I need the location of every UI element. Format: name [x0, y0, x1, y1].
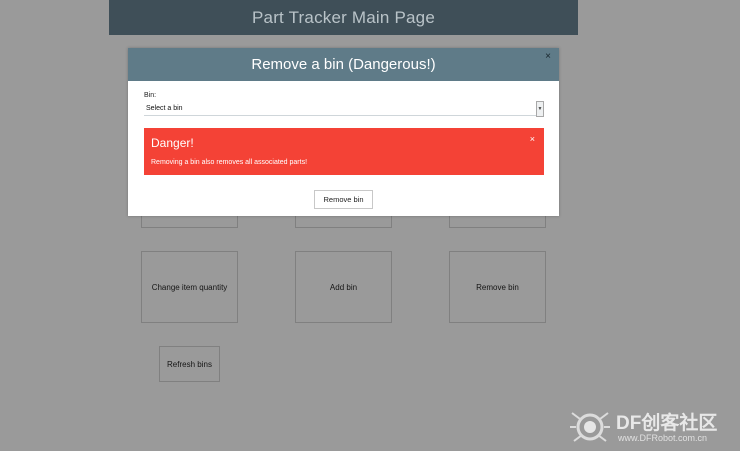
alert-title: Danger! — [151, 136, 194, 150]
danger-alert: Danger! Removing a bin also removes all … — [144, 128, 544, 175]
remove-bin-label: Remove bin — [476, 282, 519, 292]
alert-close-icon[interactable]: × — [530, 134, 535, 144]
refresh-bins-tile[interactable]: Refresh bins — [159, 346, 220, 382]
remove-bin-modal: Remove a bin (Dangerous!) × Bin: Select … — [128, 48, 559, 216]
page-header: Part Tracker Main Page — [109, 0, 578, 35]
watermark: DF创客社区 www.DFRobot.com.cn — [566, 403, 740, 451]
add-bin-tile[interactable]: Add bin — [295, 251, 392, 323]
watermark-brand: DF创客社区 — [616, 413, 718, 434]
close-icon[interactable]: × — [545, 51, 551, 62]
refresh-bins-label: Refresh bins — [167, 359, 212, 369]
chevron-down-icon[interactable]: ▼ — [536, 101, 544, 117]
alert-message: Removing a bin also removes all associat… — [151, 159, 308, 166]
add-bin-label: Add bin — [329, 282, 358, 292]
remove-bin-button[interactable]: Remove bin — [314, 190, 373, 209]
watermark-url: www.DFRobot.com.cn — [618, 433, 708, 443]
robot-logo-icon — [570, 412, 610, 442]
change-item-quantity-label: Change item quantity — [151, 282, 228, 292]
bin-field-label: Bin: — [144, 92, 157, 99]
modal-title: Remove a bin (Dangerous!) — [251, 56, 436, 73]
modal-header: Remove a bin (Dangerous!) — [128, 48, 559, 81]
bin-select-value: Select a bin — [146, 105, 183, 112]
change-item-quantity-tile[interactable]: Change item quantity — [141, 251, 238, 323]
remove-bin-tile[interactable]: Remove bin — [449, 251, 546, 323]
bin-select[interactable]: Select a bin ▼ — [144, 101, 544, 117]
page-title: Part Tracker Main Page — [252, 7, 435, 27]
